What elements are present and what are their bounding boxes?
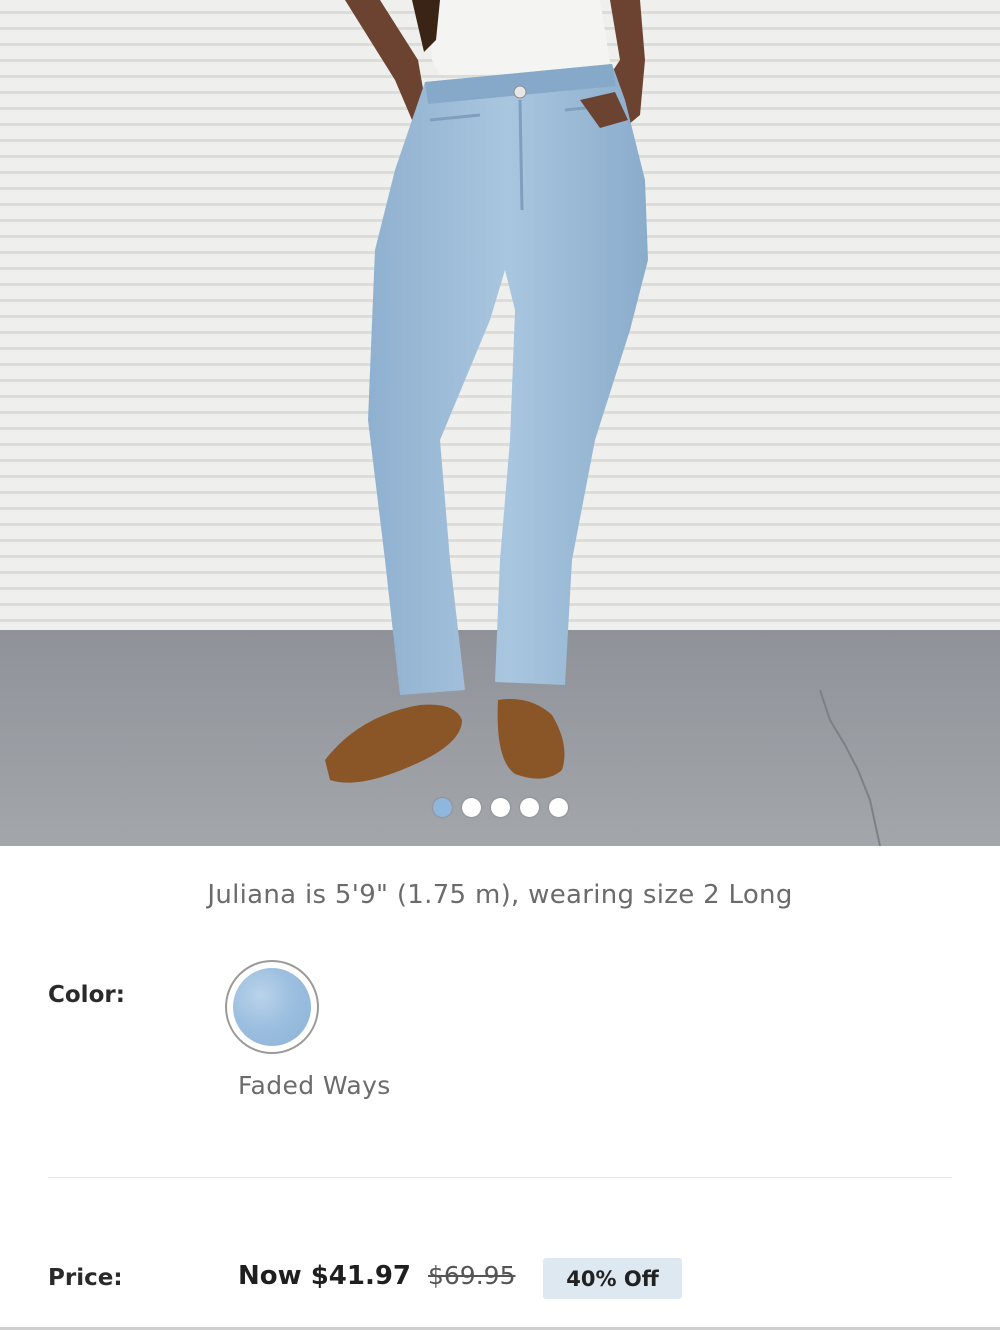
carousel-dot[interactable] (548, 798, 568, 817)
color-label: Color: (48, 982, 125, 1008)
carousel-dots (0, 798, 1000, 817)
model-size-info: Juliana is 5'9" (1.75 m), wearing size 2… (207, 880, 793, 910)
carousel-dot[interactable] (461, 798, 481, 817)
product-image-carousel[interactable] (0, 0, 1000, 846)
product-photo (0, 0, 1000, 846)
color-name: Faded Ways (238, 1071, 391, 1100)
discount-badge: 40% Off (543, 1258, 682, 1299)
divider (48, 1177, 952, 1178)
price-label: Price: (48, 1265, 123, 1291)
carousel-dot[interactable] (490, 798, 510, 817)
color-swatch-fill (233, 968, 311, 1046)
carousel-dot-active[interactable] (432, 798, 452, 817)
original-price: $69.95 (428, 1261, 516, 1290)
color-swatch-selected[interactable] (225, 960, 319, 1054)
sale-price: Now $41.97 (238, 1261, 412, 1291)
carousel-dot[interactable] (519, 798, 539, 817)
